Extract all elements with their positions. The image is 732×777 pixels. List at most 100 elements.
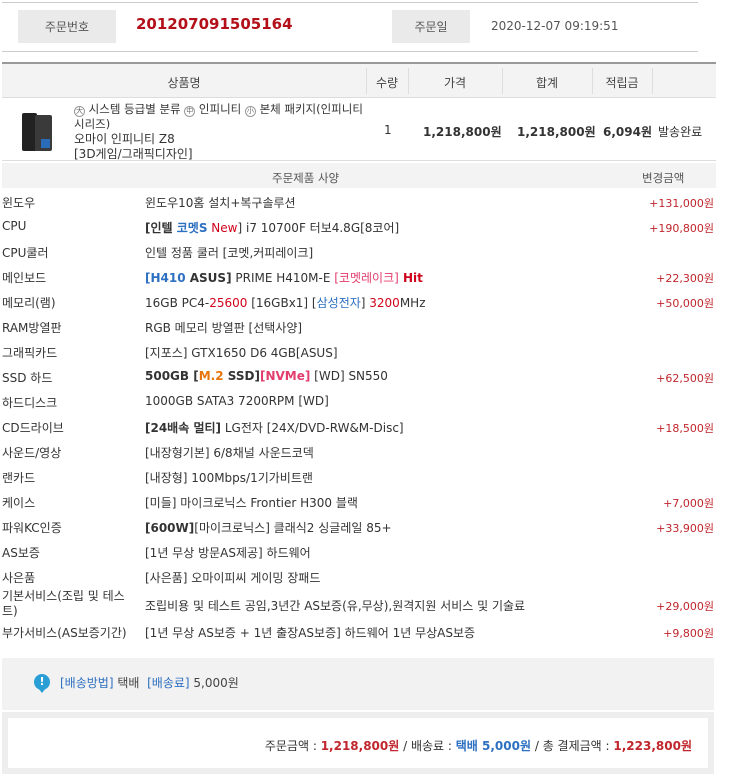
- option-key: AS보증: [2, 546, 40, 560]
- option-key: 파워KC인증: [2, 521, 62, 535]
- shipping-method: 택배: [117, 676, 140, 690]
- order-info-bar: 주문번호 201207091505164 주문일 2020-12-07 09:1…: [2, 2, 698, 52]
- order-date-label: 주문일: [392, 10, 470, 43]
- option-row-power: 파워KC인증 [600W][마이크로닉스] 클래식2 싱글레일 85+ +33,…: [0, 513, 716, 538]
- shipping-info: ! [배송방법] 택배 [배송료] 5,000원: [2, 658, 714, 710]
- option-price: +22,300원: [656, 272, 714, 285]
- option-key: 랜카드: [2, 471, 36, 485]
- option-row-memory: 메모리(램) 16GB PC4-25600 [16GBx1] [삼성전자] 32…: [0, 288, 716, 313]
- product-category-path: 大 시스템 등급별 분류 中 인피니티 小 본체 패키지(인피니티시리즈): [74, 102, 366, 131]
- option-row-gift: 사은품 [사은품] 오마이피씨 게이밍 장패드: [0, 563, 716, 588]
- option-key: 사운드/영상: [2, 446, 62, 460]
- option-row-case: 케이스 [미들] 마이크로닉스 Frontier H300 블랙 +7,000원: [0, 488, 716, 513]
- col-header-qty: 수량: [375, 76, 399, 90]
- option-price: +131,000원: [649, 197, 714, 210]
- option-row-gpu: 그래픽카드 [지포스] GTX1650 D6 4GB[ASUS]: [0, 338, 716, 363]
- option-value: [600W][마이크로닉스] 클래식2 싱글레일 85+: [145, 521, 392, 535]
- option-value: [H410 ASUS] PRIME H410M-E [코멧레이크] Hit: [145, 271, 423, 285]
- product-row: 大 시스템 등급별 분류 中 인피니티 小 본체 패키지(인피니티시리즈) 오마…: [2, 99, 716, 161]
- shipping-fee: 5,000원: [193, 676, 239, 690]
- pc-case-icon[interactable]: [22, 113, 56, 153]
- col-header-product: 상품명: [167, 76, 201, 90]
- option-value: [1년 무상 방문AS제공] 하드웨어: [145, 546, 311, 560]
- option-price: +62,500원: [656, 372, 714, 385]
- level-large-icon: 大: [74, 106, 85, 117]
- options-header: 주문제품 사양 변경금액: [2, 163, 716, 188]
- option-price: +50,000원: [656, 297, 714, 310]
- order-number: 201207091505164: [136, 15, 293, 33]
- option-row-cooler: CPU쿨러 인텔 정품 쿨러 [코멧,커피레이크]: [0, 238, 716, 263]
- option-key: CPU쿨러: [2, 246, 49, 260]
- option-key: 부가서비스(AS보증기간): [2, 626, 127, 640]
- option-price: +9,800원: [663, 627, 714, 640]
- option-row-cpu: CPU [인텔 코멧S New] i7 10700F 터보4.8G[8코어] +…: [0, 213, 716, 238]
- option-row-ram-heatsink: RAM방열판 RGB 메모리 방열판 [선택사양]: [0, 313, 716, 338]
- option-row-lan: 랜카드 [내장형] 100Mbps/1기가비트랜: [0, 463, 716, 488]
- option-value: [내장형] 100Mbps/1기가비트랜: [145, 471, 313, 485]
- option-key: 하드디스크: [2, 396, 58, 410]
- option-key: SSD 하드: [2, 371, 53, 385]
- option-price: +18,500원: [656, 422, 714, 435]
- option-price: +33,900원: [656, 522, 714, 535]
- summary-ship: 택배 5,000원: [455, 739, 532, 753]
- product-points: 6,094원: [603, 125, 652, 139]
- option-row-mainboard: 메인보드 [H410 ASUS] PRIME H410M-E [코멧레이크] H…: [0, 263, 716, 288]
- option-row-as: AS보증 [1년 무상 방문AS제공] 하드웨어: [0, 538, 716, 563]
- option-key: 케이스: [2, 496, 36, 510]
- option-key: 윈도우: [2, 196, 36, 210]
- option-value: 500GB [M.2 SSD][NVMe] [WD] SN550: [145, 369, 388, 383]
- option-key: 메모리(램): [2, 296, 56, 310]
- category-link-1[interactable]: 시스템 등급별 분류: [89, 102, 181, 116]
- order-number-label: 주문번호: [18, 10, 116, 43]
- option-value: 1000GB SATA3 7200RPM [WD]: [145, 394, 329, 408]
- option-value: [미들] 마이크로닉스 Frontier H300 블랙: [145, 496, 358, 510]
- product-subtitle: [3D게임/그래픽디자인]: [74, 147, 193, 161]
- option-row-hdd: 하드디스크 1000GB SATA3 7200RPM [WD]: [0, 388, 716, 413]
- options-spec-label: 주문제품 사양: [272, 171, 340, 185]
- col-header-total: 합계: [535, 76, 559, 90]
- option-key: 사은품: [2, 571, 36, 585]
- summary-order-amount: 1,218,800원: [320, 739, 400, 753]
- col-header-price: 가격: [443, 76, 467, 90]
- option-row-basic-service: 기본서비스(조립 및 테스트) 조립비용 및 테스트 공임,3년간 AS보증(유…: [0, 588, 716, 618]
- option-value: [지포스] GTX1650 D6 4GB[ASUS]: [145, 346, 338, 360]
- option-price: +190,800원: [649, 222, 714, 235]
- table-header: 상품명 수량 가격 합계 적립금: [2, 62, 716, 98]
- option-value: 윈도우10홈 설치+복구솔루션: [145, 196, 296, 210]
- product-qty: 1: [384, 123, 392, 137]
- option-price: +7,000원: [663, 497, 714, 510]
- level-small-icon: 小: [244, 106, 256, 117]
- option-value: [내장형기본] 6/8채널 사운드코덱: [145, 446, 314, 460]
- option-value: RGB 메모리 방열판 [선택사양]: [145, 321, 303, 335]
- options-change-label: 변경금액: [642, 171, 685, 185]
- shipping-text: [배송방법] 택배 [배송료] 5,000원: [60, 676, 239, 690]
- option-key: 메인보드: [2, 271, 47, 285]
- col-header-points: 적립금: [605, 76, 639, 90]
- option-value: [24배속 멀티] LG전자 [24X/DVD-RW&M-Disc]: [145, 421, 404, 435]
- order-summary: 주문금액 : 1,218,800원 / 배송료 : 택배 5,000원 / 총 …: [2, 712, 714, 774]
- option-value: [사은품] 오마이피씨 게이밍 장패드: [145, 571, 321, 585]
- product-status: 발송완료: [658, 125, 703, 139]
- category-link-2[interactable]: 인피니티: [199, 102, 241, 116]
- option-key: RAM방열판: [2, 321, 62, 335]
- option-value: [1년 무상 AS보증 + 1년 출장AS보증] 하드웨어 1년 무상AS보증: [145, 626, 476, 640]
- level-medium-icon: 中: [184, 106, 196, 117]
- option-key: CD드라이브: [2, 421, 64, 435]
- option-value: 16GB PC4-25600 [16GBx1] [삼성전자] 3200MHz: [145, 296, 426, 310]
- option-value: 조립비용 및 테스트 공임,3년간 AS보증(유,무상),원격지원 서비스 및 …: [145, 599, 526, 613]
- option-key: 기본서비스(조립 및 테스트): [2, 589, 125, 618]
- option-row-extra-service: 부가서비스(AS보증기간) [1년 무상 AS보증 + 1년 출장AS보증] 하…: [0, 618, 716, 643]
- option-key: 그래픽카드: [2, 346, 58, 360]
- option-row-windows: 윈도우 윈도우10홈 설치+복구솔루션 +131,000원: [0, 188, 716, 213]
- summary-total: 1,223,800원: [613, 739, 692, 753]
- option-value: 인텔 정품 쿨러 [코멧,커피레이크]: [145, 246, 314, 260]
- summary-text: 주문금액 : 1,218,800원 / 배송료 : 택배 5,000원 / 총 …: [264, 739, 692, 753]
- option-value: [인텔 코멧S New] i7 10700F 터보4.8G[8코어]: [145, 221, 400, 235]
- order-date: 2020-12-07 09:19:51: [491, 19, 619, 33]
- option-row-ssd: SSD 하드 500GB [M.2 SSD][NVMe] [WD] SN550 …: [0, 363, 716, 388]
- option-key: CPU: [2, 219, 27, 233]
- product-price: 1,218,800원: [423, 125, 502, 139]
- option-row-cd-drive: CD드라이브 [24배속 멀티] LG전자 [24X/DVD-RW&M-Disc…: [0, 413, 716, 438]
- option-row-sound: 사운드/영상 [내장형기본] 6/8채널 사운드코덱: [0, 438, 716, 463]
- option-price: +29,000원: [656, 600, 714, 613]
